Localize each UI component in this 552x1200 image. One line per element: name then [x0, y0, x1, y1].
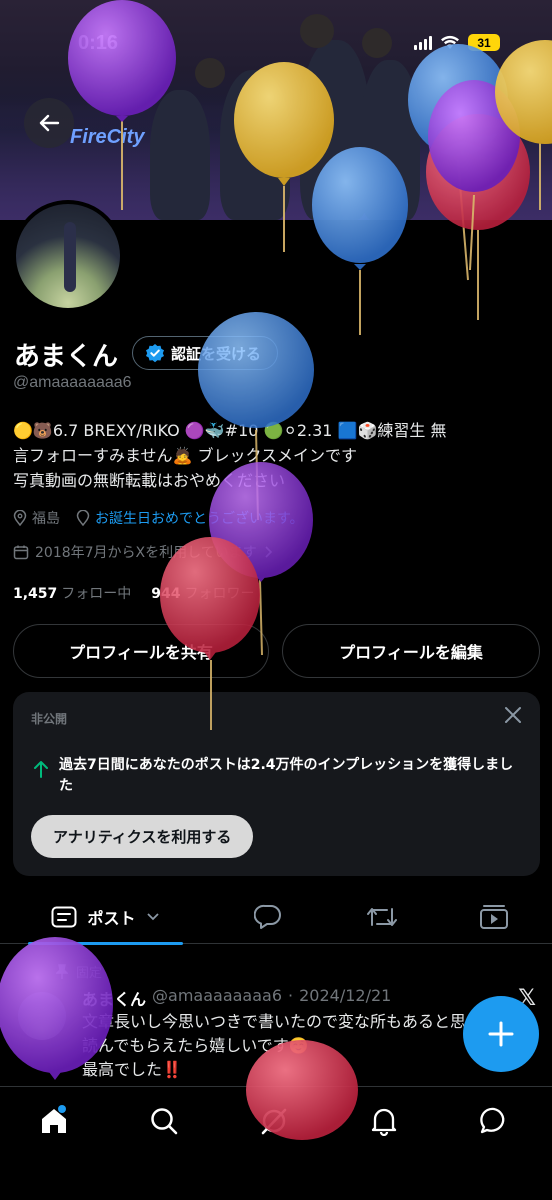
get-verified-label: 認証を受ける: [171, 344, 262, 363]
nav-messages[interactable]: [464, 1101, 524, 1141]
chevron-down-icon: [146, 913, 159, 921]
status-icons: 31: [414, 34, 500, 51]
profile-name: あまくん: [14, 342, 119, 372]
close-icon: [505, 707, 521, 723]
bio-line: 🟡🐻6.7 BREXY/RIKO 🟣🐳#10 🟢⚪2.31 🟦🎲練習生 無: [13, 421, 447, 440]
edit-profile-button[interactable]: プロフィールを編集: [282, 624, 540, 678]
post-author[interactable]: あまくん: [82, 986, 146, 1010]
nav-notifications[interactable]: [354, 1101, 414, 1141]
search-icon: [151, 1108, 178, 1135]
joined-date[interactable]: 2018年7月からXを利用しています: [13, 542, 273, 562]
banner-player: [220, 70, 290, 220]
private-label: 非公開: [31, 712, 68, 726]
status-time: 0:16: [78, 32, 119, 54]
profile-handle: @amaaaaaaaa6: [13, 374, 132, 391]
close-card-button[interactable]: [504, 706, 522, 728]
followers-link[interactable]: 944 フォロワー: [151, 583, 254, 603]
location-icon: [13, 510, 27, 526]
chevron-right-icon: [265, 546, 272, 558]
pin-icon: [56, 963, 68, 979]
profile-bio: 🟡🐻6.7 BREXY/RIKO 🟣🐳#10 🟢⚪2.31 🟦🎲練習生 無 言フ…: [13, 418, 543, 493]
back-button[interactable]: [24, 98, 74, 148]
post-header: あまくん @amaaaaaaaa6 · 2024/12/21: [82, 986, 391, 1010]
tab-replies[interactable]: [240, 890, 296, 944]
tab-reposts[interactable]: [354, 890, 410, 944]
location-text: 福島: [32, 511, 60, 527]
post-avatar[interactable]: [18, 992, 66, 1040]
birthday-link[interactable]: お誕生日おめでとうございます。: [95, 508, 304, 528]
calendar-icon: [13, 545, 29, 560]
grok-icon: [261, 1108, 287, 1135]
analytics-button[interactable]: アナリティクスを利用する: [31, 815, 254, 858]
pinned-label: 固定: [76, 966, 103, 981]
plus-icon: [488, 1021, 514, 1047]
tab-posts-label: ポスト: [87, 909, 136, 928]
bio-line: 言フォローすみません🙇 ブレックスメインです: [13, 446, 358, 465]
repost-icon: [367, 908, 397, 926]
following-count: 1,457: [13, 586, 58, 602]
banner-logo-text: FireCity: [70, 126, 145, 148]
followers-count: 944: [151, 586, 181, 602]
nav-grok[interactable]: [244, 1101, 304, 1141]
wifi-icon: [441, 35, 459, 49]
pinned-indicator: 固定: [56, 962, 102, 981]
bell-icon: [371, 1108, 397, 1136]
banner-head: [195, 58, 225, 88]
post-body-line2: 最高でした‼️: [82, 1060, 182, 1079]
following-link[interactable]: 1,457 フォロー中: [13, 583, 131, 603]
tab-media[interactable]: [466, 890, 522, 944]
compose-post-button[interactable]: [463, 996, 539, 1072]
follow-counts: 1,457 フォロー中 944 フォロワー: [13, 583, 255, 603]
nav-home[interactable]: [24, 1101, 84, 1141]
battery-indicator: 31: [468, 34, 500, 51]
reply-icon: [254, 904, 281, 929]
followers-label: フォロワー: [184, 586, 255, 602]
profile-meta: 福島 お誕生日おめでとうございます。: [13, 508, 304, 528]
profile-tabs: ポスト: [0, 890, 552, 945]
impressions-card: 非公開 過去7日間にあなたのポストは2.4万件のインプレッションを獲得しました …: [13, 692, 540, 876]
post-handle: @amaaaaaaaa6: [152, 986, 283, 1005]
verified-badge-icon: [146, 344, 164, 363]
banner-head: [300, 14, 334, 48]
banner-player: [150, 90, 210, 220]
home-notification-dot: [58, 1105, 66, 1113]
signal-icon: [414, 35, 432, 50]
joined-text: 2018年7月からXを利用しています: [35, 545, 257, 561]
chat-icon: [480, 1107, 505, 1134]
nav-search[interactable]: [134, 1101, 194, 1141]
tab-active-indicator: [28, 942, 183, 945]
post-date[interactable]: 2024/12/21: [299, 986, 391, 1010]
video-icon: [480, 905, 508, 929]
arrow-left-icon: [39, 114, 60, 132]
link-icon: [76, 510, 90, 526]
post-separator: ·: [288, 986, 294, 1005]
profile-avatar[interactable]: [12, 200, 124, 312]
share-profile-button[interactable]: プロフィールを共有: [13, 624, 269, 678]
trend-up-icon: [34, 761, 48, 778]
bio-line: 写真動画の無断転載はおやめください: [13, 471, 286, 490]
banner-player: [360, 60, 420, 220]
following-label: フォロー中: [61, 586, 132, 602]
tab-posts[interactable]: ポスト: [28, 890, 183, 945]
get-verified-button[interactable]: 認証を受ける: [132, 336, 279, 370]
impressions-message: 過去7日間にあなたのポストは2.4万件のインプレッションを獲得しました: [59, 757, 514, 794]
avatar-figure: [64, 222, 76, 292]
bottom-navigation: [0, 1086, 552, 1200]
banner-head: [362, 28, 392, 58]
posts-icon: [51, 906, 77, 928]
